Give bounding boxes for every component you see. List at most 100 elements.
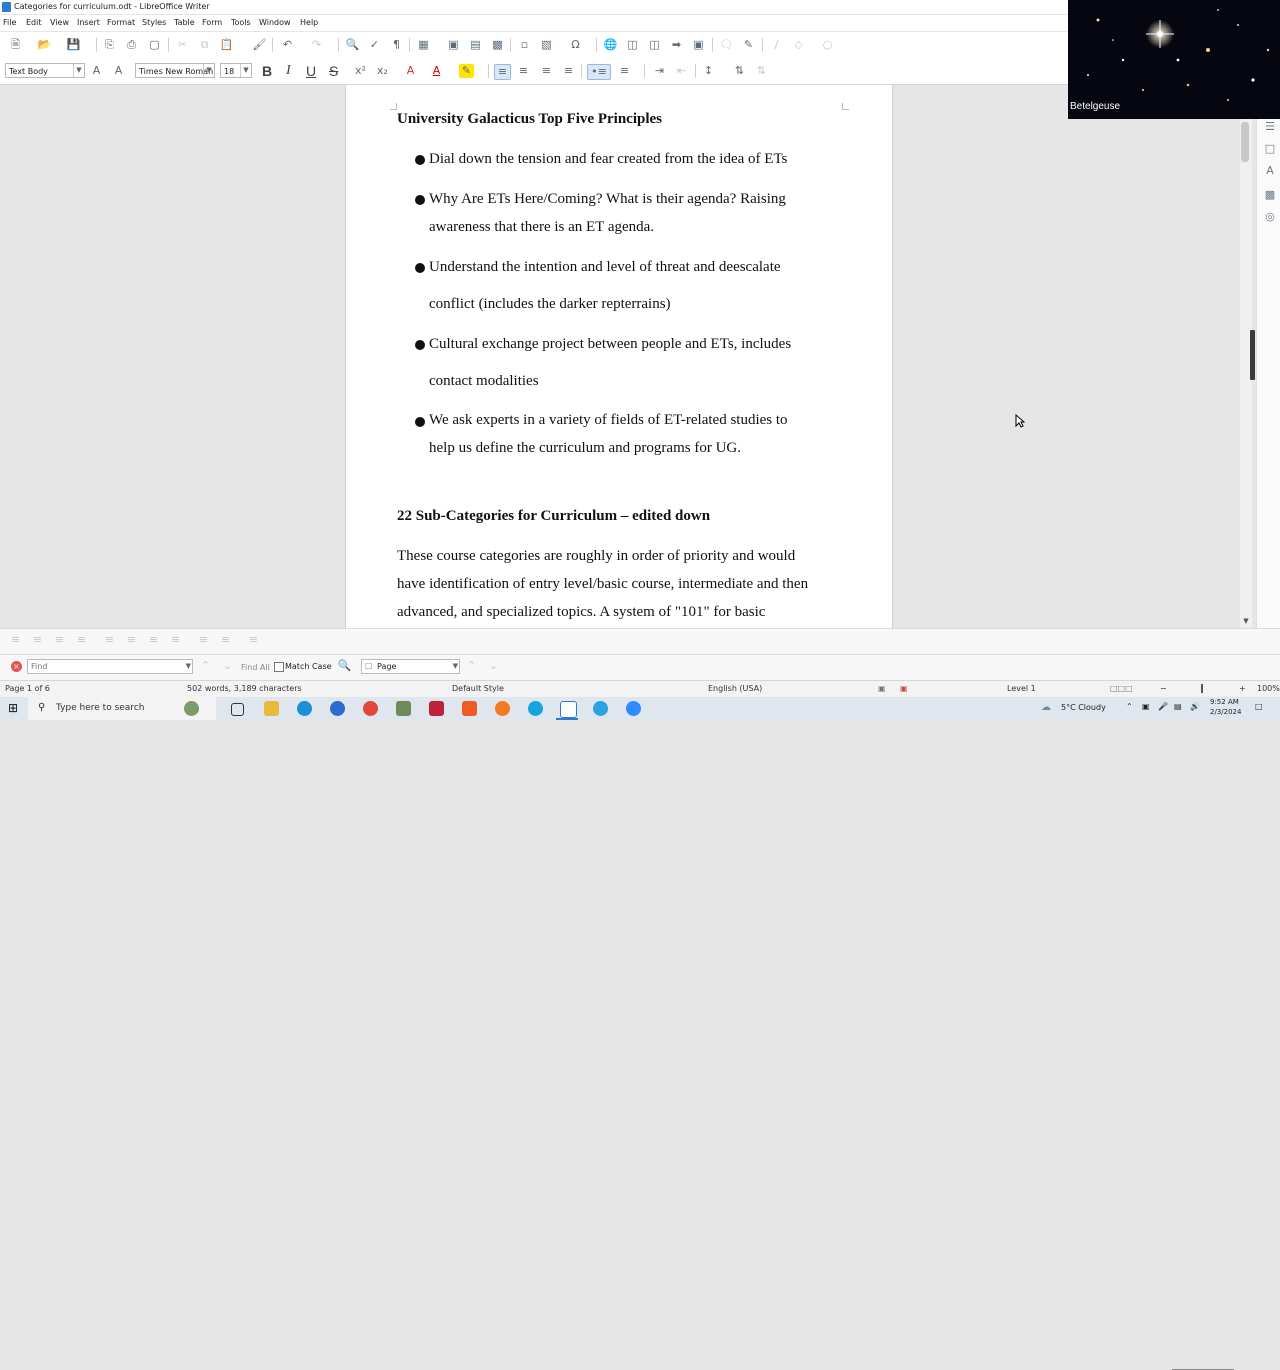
navigate-by-select[interactable]: □ Page ▼: [361, 659, 460, 674]
update-style-icon[interactable]: A: [89, 64, 104, 78]
windows-start-icon[interactable]: ⊞: [8, 702, 18, 714]
selection-mode-icon[interactable]: ▣: [878, 684, 886, 693]
menu-edit[interactable]: Edit: [26, 18, 42, 27]
insert-image-icon[interactable]: ▣: [446, 38, 461, 52]
scroll-down-icon[interactable]: ▼: [1240, 617, 1252, 627]
volume-icon[interactable]: 🔊: [1190, 702, 1200, 711]
navigator-icon[interactable]: ◎: [1264, 211, 1276, 223]
view-layout-icon[interactable]: □□□: [1110, 684, 1133, 693]
clock-time[interactable]: 9:52 AM: [1210, 698, 1239, 706]
copy-icon[interactable]: ⧉: [197, 38, 212, 52]
demote-icon[interactable]: ≡: [8, 633, 23, 647]
vivaldi-icon[interactable]: [429, 701, 444, 716]
menu-view[interactable]: View: [50, 18, 69, 27]
sidebar-collapse-handle[interactable]: [1250, 330, 1255, 380]
zoom-out-icon[interactable]: −: [1160, 684, 1167, 693]
app-icon[interactable]: [396, 701, 411, 716]
camera-icon[interactable]: ▣: [1142, 702, 1150, 711]
firefox-icon[interactable]: [495, 701, 510, 716]
navigate-next-icon[interactable]: ⌄: [486, 659, 501, 673]
align-left-icon[interactable]: ≡: [494, 64, 511, 80]
properties-icon[interactable]: ☰: [1264, 121, 1276, 133]
align-center-icon[interactable]: ≡: [516, 64, 531, 78]
align-right-icon[interactable]: ≡: [539, 64, 554, 78]
print-icon[interactable]: ⎙: [124, 38, 139, 52]
promote-icon[interactable]: ≡: [30, 633, 45, 647]
find-replace-dialog-icon[interactable]: 🔍: [337, 659, 352, 673]
new-style-icon[interactable]: A: [111, 64, 126, 78]
edge-icon[interactable]: [297, 701, 312, 716]
line-icon[interactable]: ∕: [769, 38, 784, 52]
menu-format[interactable]: Format: [107, 18, 135, 27]
insert-unnumbered-icon[interactable]: ≡: [196, 633, 211, 647]
gallery-icon[interactable]: ▩: [1264, 189, 1276, 201]
word-count[interactable]: 502 words, 3,189 characters: [187, 684, 302, 693]
notifications-icon[interactable]: □: [1255, 702, 1263, 711]
paragraph-style-select[interactable]: Text Body ▼: [5, 63, 85, 78]
zoom-app-icon[interactable]: [626, 701, 641, 716]
insert-textbox-icon[interactable]: ▩: [490, 38, 505, 52]
find-replace-icon[interactable]: 🔍: [345, 38, 360, 52]
spelling-icon[interactable]: ✓: [367, 38, 382, 52]
hyperlink-icon[interactable]: 🌐: [603, 38, 618, 52]
font-size-select[interactable]: 18 ▼: [220, 63, 252, 78]
restart-numbering-icon[interactable]: ≡: [218, 633, 233, 647]
menu-insert[interactable]: Insert: [77, 18, 100, 27]
move-down-icon[interactable]: ≡: [124, 633, 139, 647]
insert-chart-icon[interactable]: ▤: [468, 38, 483, 52]
navigate-previous-icon[interactable]: ⌃: [464, 659, 479, 673]
line-spacing-icon[interactable]: ↕: [701, 64, 716, 78]
strikethrough-button[interactable]: S: [329, 62, 338, 80]
menu-window[interactable]: Window: [259, 18, 291, 27]
menu-table[interactable]: Table: [174, 18, 195, 27]
file-explorer-icon[interactable]: [264, 701, 279, 716]
track-changes-icon[interactable]: ✎: [741, 38, 756, 52]
zoom-level[interactable]: 100%: [1257, 684, 1280, 693]
increase-indent-icon[interactable]: ⇥: [652, 64, 667, 78]
insert-field-icon[interactable]: ▧: [539, 38, 554, 52]
search-highlight-icon[interactable]: [184, 701, 199, 716]
skype-icon[interactable]: [528, 701, 543, 716]
cut-icon[interactable]: ✂: [175, 38, 190, 52]
zoom-in-icon[interactable]: +: [1239, 684, 1246, 693]
menu-styles[interactable]: Styles: [142, 18, 166, 27]
redo-icon[interactable]: ↷: [309, 38, 324, 52]
font-color-icon[interactable]: A: [429, 64, 444, 78]
superscript-icon[interactable]: x²: [353, 64, 368, 78]
bookmark-icon[interactable]: ➡: [669, 38, 684, 52]
paragraph-spacing-icon[interactable]: ⇅: [732, 64, 747, 78]
tray-chevron-icon[interactable]: ⌃: [1126, 702, 1133, 711]
cross-reference-icon[interactable]: ▣: [691, 38, 706, 52]
move-item-up-icon[interactable]: ≡: [146, 633, 161, 647]
decrease-indent-icon[interactable]: ⇤: [674, 64, 689, 78]
styles-icon[interactable]: A: [1264, 165, 1276, 177]
comment-icon[interactable]: 🗨: [719, 38, 734, 52]
formatting-marks-icon[interactable]: ¶: [389, 38, 404, 52]
menu-form[interactable]: Form: [202, 18, 222, 27]
justify-icon[interactable]: ≡: [561, 64, 576, 78]
page-count[interactable]: Page 1 of 6: [5, 684, 50, 693]
footnote-icon[interactable]: ◫: [625, 38, 640, 52]
basic-shapes-icon[interactable]: ◇: [791, 38, 806, 52]
move-up-icon[interactable]: ≡: [102, 633, 117, 647]
print-preview-icon[interactable]: ▢: [147, 38, 162, 52]
task-view-icon[interactable]: [231, 703, 244, 716]
page-style[interactable]: Default Style: [452, 684, 504, 693]
ordered-list-icon[interactable]: ≡: [617, 64, 632, 78]
decrease-spacing-icon[interactable]: ⇅: [754, 64, 769, 78]
menu-file[interactable]: File: [3, 18, 16, 27]
find-next-icon[interactable]: ⌄: [220, 659, 235, 673]
scrollbar-thumb[interactable]: [1241, 122, 1249, 162]
zoom-slider-thumb[interactable]: [1201, 684, 1203, 693]
menu-tools[interactable]: Tools: [231, 18, 251, 27]
document-page[interactable]: University Galacticus Top Five Principle…: [345, 85, 893, 628]
page-break-icon[interactable]: ▫: [517, 38, 532, 52]
bold-button[interactable]: B: [262, 62, 272, 80]
weather-text[interactable]: 5°C Cloudy: [1061, 703, 1106, 712]
open-folder-icon[interactable]: 📂: [37, 38, 52, 52]
brave-icon[interactable]: [462, 701, 477, 716]
clock-date[interactable]: 2/3/2024: [1210, 708, 1241, 716]
find-input[interactable]: Find ▼: [27, 659, 193, 674]
underline-button[interactable]: U: [306, 62, 316, 80]
close-icon[interactable]: ×: [11, 661, 22, 672]
